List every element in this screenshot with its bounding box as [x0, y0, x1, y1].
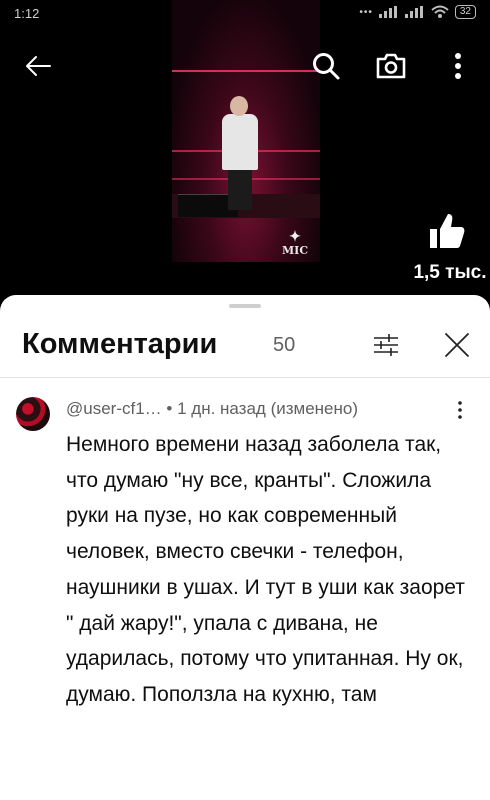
top-toolbar — [0, 40, 490, 92]
sort-filter-icon — [374, 334, 398, 356]
sort-button[interactable] — [366, 325, 406, 365]
close-icon — [445, 333, 469, 357]
signal-icon — [378, 6, 399, 18]
camera-icon — [376, 53, 406, 79]
watermark-logo: ✦ MIC — [282, 230, 308, 257]
comment-author[interactable]: @user-cf1… — [66, 399, 162, 418]
divider — [0, 377, 490, 378]
drag-handle[interactable] — [229, 304, 261, 308]
more-vertical-icon — [458, 401, 462, 419]
comment-more-button[interactable] — [452, 399, 468, 421]
like-count: 1,5 тыс. — [413, 262, 487, 283]
performer — [228, 168, 252, 210]
performer — [230, 96, 248, 116]
avatar[interactable] — [16, 397, 50, 431]
performer — [222, 114, 258, 170]
comments-panel: Комментарии 50 @user-cf1… • 1 дн. назад … — [0, 295, 490, 800]
wifi-icon — [431, 5, 449, 18]
camera-button[interactable] — [369, 44, 413, 88]
comment-text: Немного времени назад заболела так, что … — [66, 433, 465, 706]
search-icon — [313, 53, 340, 80]
watermark-text: MIC — [282, 244, 309, 257]
dots-icon: ••• — [359, 6, 373, 18]
close-button[interactable] — [437, 325, 477, 365]
arrow-left-icon — [26, 56, 51, 76]
thumbs-up-icon — [430, 214, 465, 248]
star-icon: ✦ — [289, 229, 301, 245]
status-icons: ••• 32 — [359, 5, 476, 19]
meta-separator: • — [166, 399, 173, 418]
like-button[interactable] — [424, 210, 468, 254]
comments-header: Комментарии 50 — [0, 315, 490, 375]
comment-time: 1 дн. назад (изменено) — [177, 399, 359, 418]
more-vertical-icon — [455, 53, 461, 79]
search-button[interactable] — [304, 44, 348, 88]
comments-count: 50 — [273, 334, 296, 356]
status-time: 1:12 — [14, 6, 40, 21]
comments-title: Комментарии — [22, 328, 218, 360]
signal-icon — [404, 6, 425, 18]
battery-indicator: 32 — [454, 5, 476, 19]
status-bar: 1:12 ••• 32 — [0, 0, 490, 28]
more-options-button[interactable] — [436, 44, 480, 88]
back-button[interactable] — [16, 44, 60, 88]
comment-meta: @user-cf1… • 1 дн. назад (изменено) — [66, 399, 358, 419]
